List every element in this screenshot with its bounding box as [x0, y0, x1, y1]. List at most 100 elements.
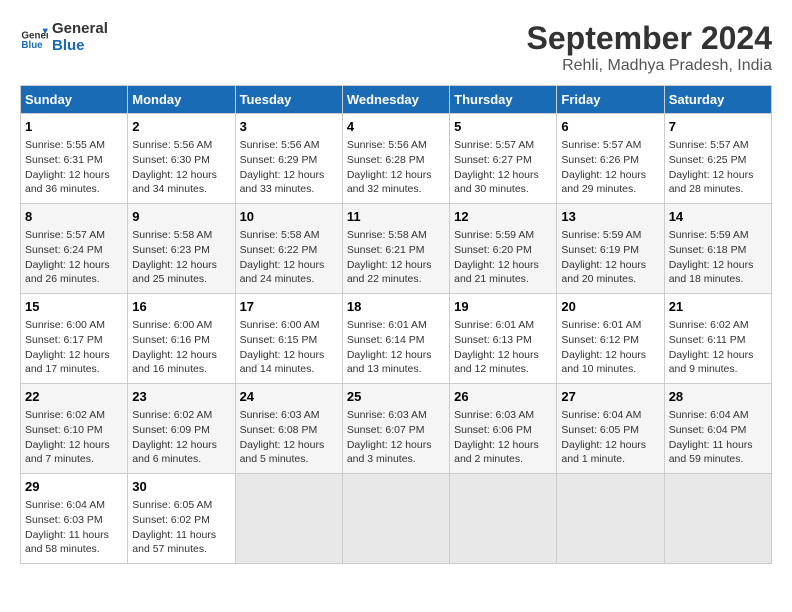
- week-row-4: 22Sunrise: 6:02 AM Sunset: 6:10 PM Dayli…: [21, 384, 772, 474]
- day-info: Sunrise: 5:56 AM Sunset: 6:30 PM Dayligh…: [132, 138, 230, 197]
- calendar-cell: 22Sunrise: 6:02 AM Sunset: 6:10 PM Dayli…: [21, 384, 128, 474]
- calendar-cell: 17 Sunrise: 6:00 AM Sunset: 6:15 PM Dayli…: [235, 294, 342, 384]
- calendar-cell: 11Sunrise: 5:58 AM Sunset: 6:21 PM Dayli…: [342, 204, 449, 294]
- calendar-cell: [450, 474, 557, 564]
- calendar-cell: 7Sunrise: 5:57 AM Sunset: 6:25 PM Daylig…: [664, 114, 771, 204]
- calendar-table: SundayMondayTuesdayWednesdayThursdayFrid…: [20, 85, 772, 564]
- day-number: 7: [669, 118, 767, 136]
- day-info: Sunrise: 5:55 AM Sunset: 6:31 PM Dayligh…: [25, 138, 123, 197]
- week-row-1: 1 Sunrise: 5:55 AM Sunset: 6:31 PM Daylig…: [21, 114, 772, 204]
- day-info: Sunrise: 5:58 AM Sunset: 6:22 PM Dayligh…: [240, 228, 338, 287]
- day-number: 27: [561, 388, 659, 406]
- day-number: 29: [25, 478, 123, 496]
- day-number: 5: [454, 118, 552, 136]
- day-number: 10: [240, 208, 338, 226]
- calendar-cell: 5 Sunrise: 5:57 AM Sunset: 6:27 PM Daylig…: [450, 114, 557, 204]
- calendar-cell: 23Sunrise: 6:02 AM Sunset: 6:09 PM Dayli…: [128, 384, 235, 474]
- calendar-cell: 30 Sunrise: 6:05 AM Sunset: 6:02 PM Dayli…: [128, 474, 235, 564]
- header: General Blue General Blue September 2024…: [20, 20, 772, 75]
- weekday-header-tuesday: Tuesday: [235, 86, 342, 114]
- svg-text:Blue: Blue: [21, 40, 43, 51]
- day-info: Sunrise: 5:57 AM Sunset: 6:26 PM Dayligh…: [561, 138, 659, 197]
- day-number: 20: [561, 298, 659, 316]
- calendar-cell: [235, 474, 342, 564]
- calendar-cell: 16 Sunrise: 6:00 AM Sunset: 6:16 PM Dayli…: [128, 294, 235, 384]
- day-info: Sunrise: 5:59 AM Sunset: 6:19 PM Dayligh…: [561, 228, 659, 287]
- weekday-header-wednesday: Wednesday: [342, 86, 449, 114]
- day-info: Sunrise: 6:00 AM Sunset: 6:17 PM Dayligh…: [25, 318, 123, 377]
- calendar-cell: [342, 474, 449, 564]
- calendar-cell: 4 Sunrise: 5:56 AM Sunset: 6:28 PM Daylig…: [342, 114, 449, 204]
- day-number: 23: [132, 388, 230, 406]
- day-number: 28: [669, 388, 767, 406]
- weekday-header-monday: Monday: [128, 86, 235, 114]
- day-number: 19: [454, 298, 552, 316]
- day-number: 24: [240, 388, 338, 406]
- day-number: 6: [561, 118, 659, 136]
- calendar-cell: 15 Sunrise: 6:00 AM Sunset: 6:17 PM Dayli…: [21, 294, 128, 384]
- calendar-cell: 29 Sunrise: 6:04 AM Sunset: 6:03 PM Dayli…: [21, 474, 128, 564]
- day-info: Sunrise: 6:03 AM Sunset: 6:07 PM Dayligh…: [347, 408, 445, 467]
- calendar-header-row: SundayMondayTuesdayWednesdayThursdayFrid…: [21, 86, 772, 114]
- calendar-cell: 24Sunrise: 6:03 AM Sunset: 6:08 PM Dayli…: [235, 384, 342, 474]
- day-number: 30: [132, 478, 230, 496]
- day-info: Sunrise: 5:57 AM Sunset: 6:27 PM Dayligh…: [454, 138, 552, 197]
- calendar-cell: 20 Sunrise: 6:01 AM Sunset: 6:12 PM Dayli…: [557, 294, 664, 384]
- logo-icon: General Blue: [20, 23, 48, 51]
- calendar-cell: 12 Sunrise: 5:59 AM Sunset: 6:20 PM Dayli…: [450, 204, 557, 294]
- calendar-cell: 13 Sunrise: 5:59 AM Sunset: 6:19 PM Dayli…: [557, 204, 664, 294]
- day-info: Sunrise: 6:01 AM Sunset: 6:14 PM Dayligh…: [347, 318, 445, 377]
- day-number: 3: [240, 118, 338, 136]
- day-number: 2: [132, 118, 230, 136]
- day-info: Sunrise: 5:59 AM Sunset: 6:20 PM Dayligh…: [454, 228, 552, 287]
- day-info: Sunrise: 6:02 AM Sunset: 6:11 PM Dayligh…: [669, 318, 767, 377]
- day-number: 4: [347, 118, 445, 136]
- day-info: Sunrise: 6:04 AM Sunset: 6:03 PM Dayligh…: [25, 498, 123, 557]
- day-number: 8: [25, 208, 123, 226]
- day-info: Sunrise: 6:00 AM Sunset: 6:16 PM Dayligh…: [132, 318, 230, 377]
- weekday-header-thursday: Thursday: [450, 86, 557, 114]
- calendar-cell: 8 Sunrise: 5:57 AM Sunset: 6:24 PM Daylig…: [21, 204, 128, 294]
- week-row-2: 8 Sunrise: 5:57 AM Sunset: 6:24 PM Daylig…: [21, 204, 772, 294]
- day-info: Sunrise: 5:58 AM Sunset: 6:23 PM Dayligh…: [132, 228, 230, 287]
- calendar-cell: 6 Sunrise: 5:57 AM Sunset: 6:26 PM Daylig…: [557, 114, 664, 204]
- day-number: 18: [347, 298, 445, 316]
- day-info: Sunrise: 6:02 AM Sunset: 6:10 PM Dayligh…: [25, 408, 123, 467]
- day-info: Sunrise: 6:03 AM Sunset: 6:06 PM Dayligh…: [454, 408, 552, 467]
- day-number: 21: [669, 298, 767, 316]
- logo-blue: Blue: [52, 37, 108, 54]
- day-info: Sunrise: 6:01 AM Sunset: 6:12 PM Dayligh…: [561, 318, 659, 377]
- day-number: 9: [132, 208, 230, 226]
- day-number: 12: [454, 208, 552, 226]
- day-info: Sunrise: 6:00 AM Sunset: 6:15 PM Dayligh…: [240, 318, 338, 377]
- day-number: 11: [347, 208, 445, 226]
- calendar-cell: 28 Sunrise: 6:04 AM Sunset: 6:04 PM Dayli…: [664, 384, 771, 474]
- calendar-cell: [664, 474, 771, 564]
- calendar-cell: 1 Sunrise: 5:55 AM Sunset: 6:31 PM Daylig…: [21, 114, 128, 204]
- calendar-cell: 25Sunrise: 6:03 AM Sunset: 6:07 PM Dayli…: [342, 384, 449, 474]
- weekday-header-friday: Friday: [557, 86, 664, 114]
- calendar-cell: 14 Sunrise: 5:59 AM Sunset: 6:18 PM Dayli…: [664, 204, 771, 294]
- day-info: Sunrise: 6:01 AM Sunset: 6:13 PM Dayligh…: [454, 318, 552, 377]
- day-number: 17: [240, 298, 338, 316]
- week-row-5: 29 Sunrise: 6:04 AM Sunset: 6:03 PM Dayli…: [21, 474, 772, 564]
- day-info: Sunrise: 5:59 AM Sunset: 6:18 PM Dayligh…: [669, 228, 767, 287]
- title-area: September 2024 Rehli, Madhya Pradesh, In…: [527, 20, 772, 75]
- day-number: 16: [132, 298, 230, 316]
- day-info: Sunrise: 5:56 AM Sunset: 6:29 PM Dayligh…: [240, 138, 338, 197]
- calendar-cell: 21 Sunrise: 6:02 AM Sunset: 6:11 PM Dayli…: [664, 294, 771, 384]
- day-info: Sunrise: 6:04 AM Sunset: 6:04 PM Dayligh…: [669, 408, 767, 467]
- calendar-cell: 10 Sunrise: 5:58 AM Sunset: 6:22 PM Dayli…: [235, 204, 342, 294]
- day-number: 15: [25, 298, 123, 316]
- day-number: 14: [669, 208, 767, 226]
- calendar-cell: 18 Sunrise: 6:01 AM Sunset: 6:14 PM Dayli…: [342, 294, 449, 384]
- day-info: Sunrise: 5:57 AM Sunset: 6:24 PM Dayligh…: [25, 228, 123, 287]
- day-info: Sunrise: 6:05 AM Sunset: 6:02 PM Dayligh…: [132, 498, 230, 557]
- calendar-title: September 2024: [527, 20, 772, 57]
- day-info: Sunrise: 6:04 AM Sunset: 6:05 PM Dayligh…: [561, 408, 659, 467]
- week-row-3: 15 Sunrise: 6:00 AM Sunset: 6:17 PM Dayli…: [21, 294, 772, 384]
- day-number: 1: [25, 118, 123, 136]
- calendar-cell: [557, 474, 664, 564]
- day-info: Sunrise: 5:56 AM Sunset: 6:28 PM Dayligh…: [347, 138, 445, 197]
- day-number: 13: [561, 208, 659, 226]
